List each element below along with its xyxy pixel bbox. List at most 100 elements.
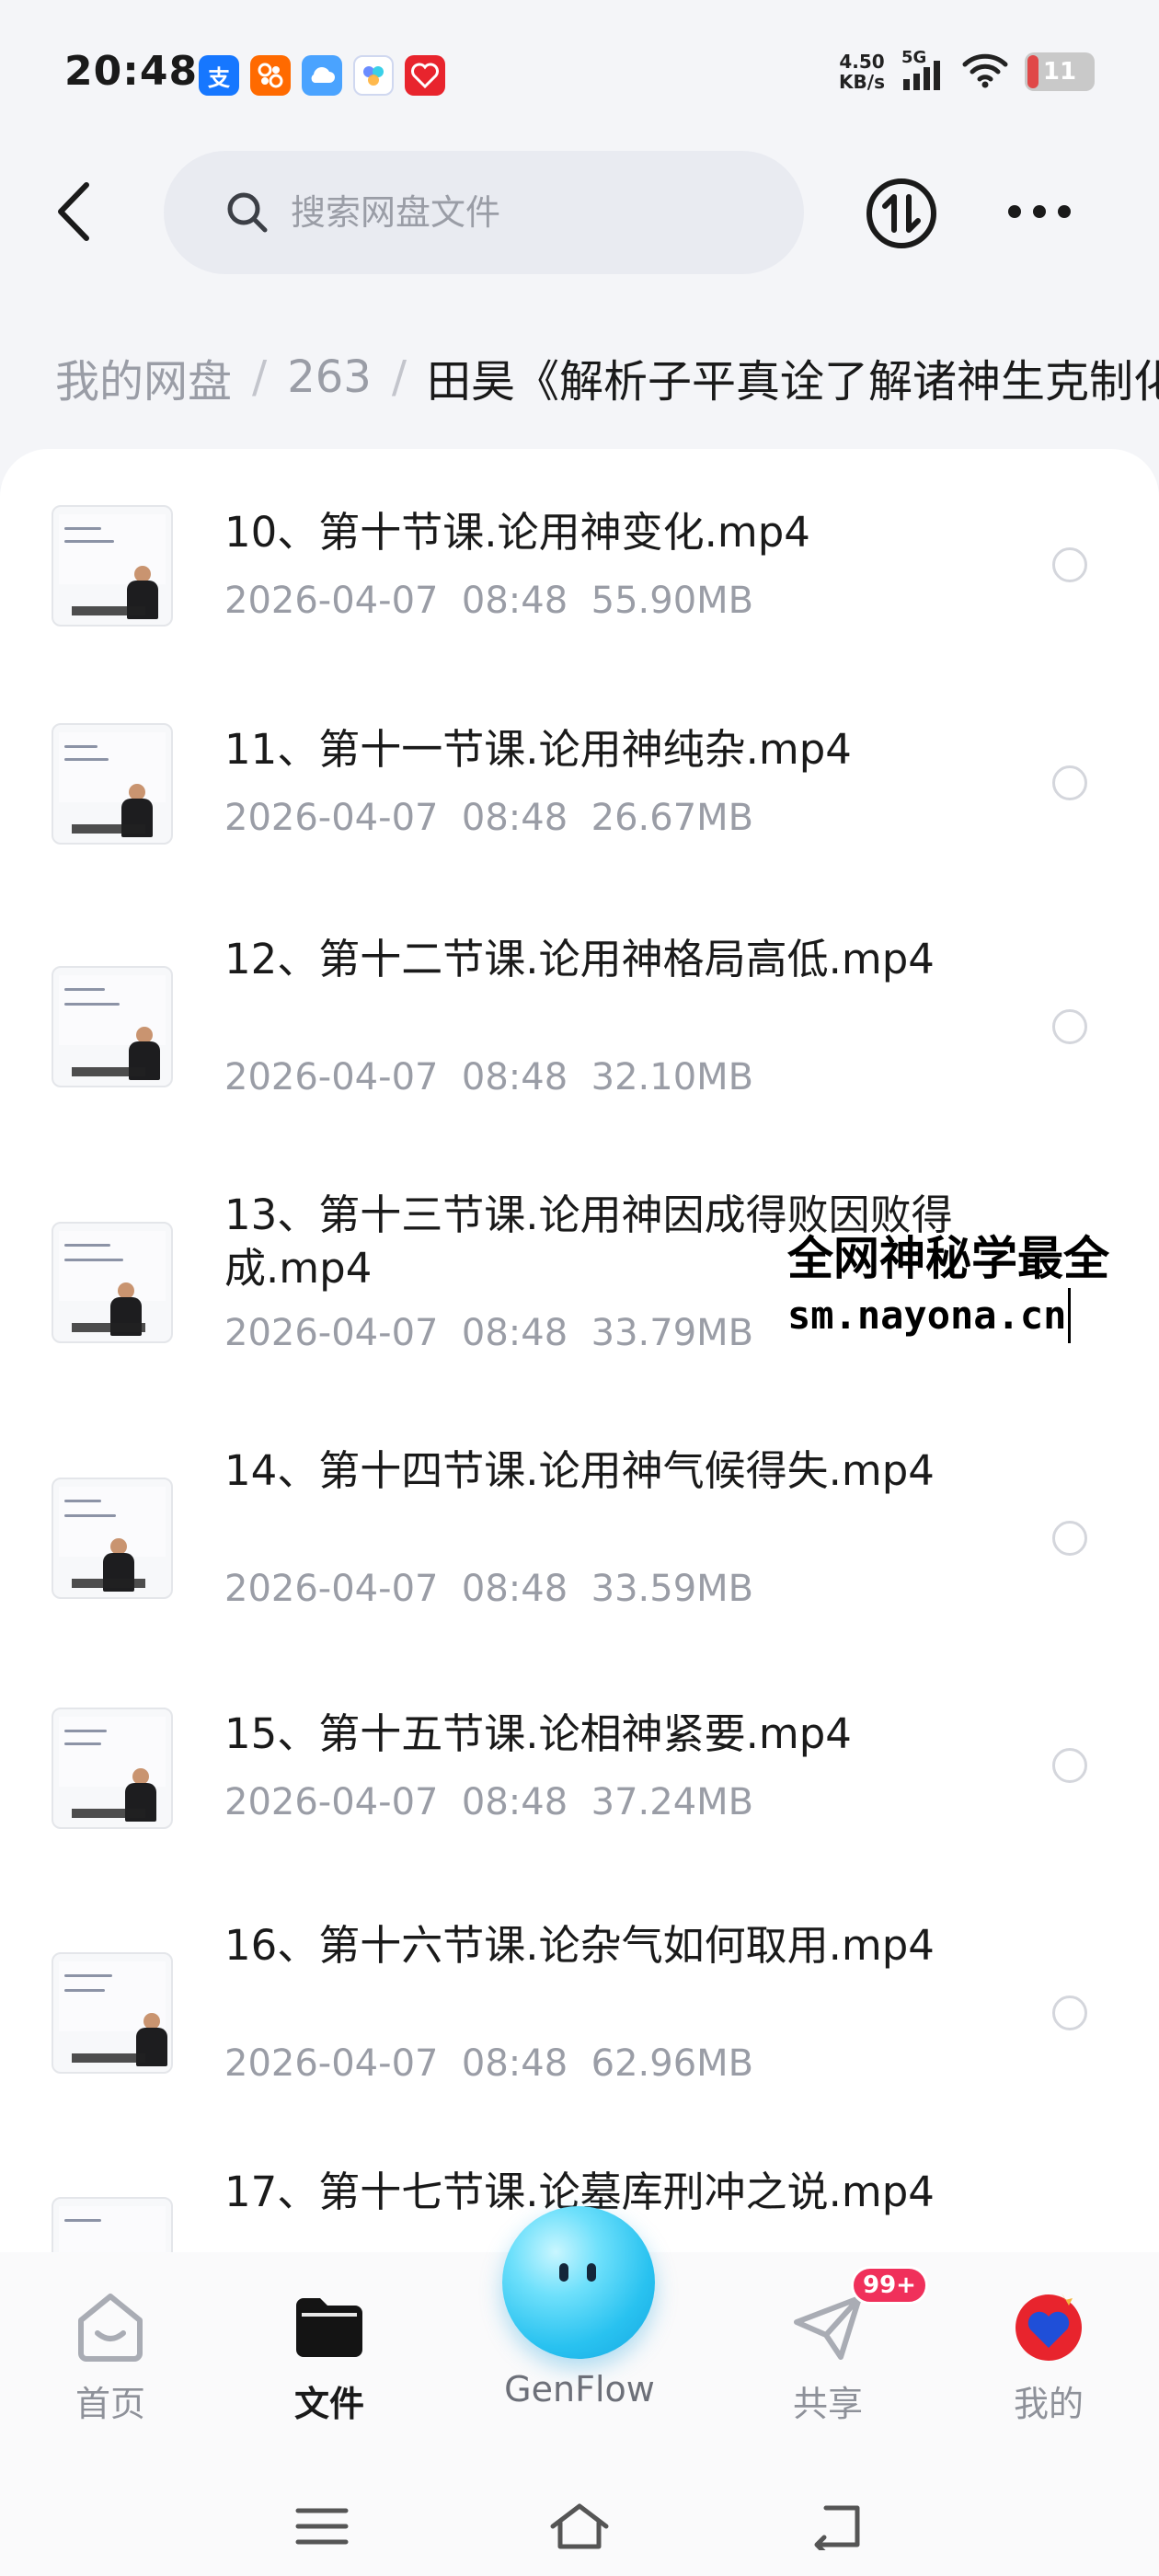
up-down-transfer-icon	[866, 178, 936, 248]
alipay-icon: 支	[199, 55, 239, 96]
file-date: 2026-04-07	[224, 797, 439, 839]
file-row[interactable]: 15、第十五节课.论相神紧要.mp4 2026-04-07 08:48 37.2…	[0, 1656, 1159, 1875]
folder-icon	[296, 2298, 362, 2357]
file-size: 33.79MB	[591, 1312, 754, 1354]
nav-files-label: 文件	[293, 2384, 364, 2424]
more-dot-icon	[1033, 205, 1046, 218]
file-name: 12、第十二节课.论用神格局高低.mp4	[224, 935, 935, 983]
file-size: 26.67MB	[591, 797, 754, 839]
select-checkbox[interactable]	[1052, 547, 1087, 582]
red-app-icon	[405, 55, 445, 96]
paper-plane-icon	[794, 2295, 862, 2360]
taobao-app-icon	[250, 55, 291, 96]
notification-icons: 支	[199, 55, 445, 96]
file-name: 10、第十节课.论用神变化.mp4	[224, 508, 810, 557]
file-time: 08:48	[461, 1056, 568, 1098]
signal-icon: 5G	[901, 48, 946, 92]
net-speed: 4.50 KB/s	[839, 52, 885, 92]
nav-share[interactable]: 共享	[745, 2289, 911, 2445]
wifi-icon	[962, 52, 1008, 92]
status-bar: 20:48 支 4.50 KB/s 5G 11	[0, 0, 1159, 147]
file-time: 08:48	[461, 580, 568, 622]
back-arrow-icon	[58, 182, 89, 241]
back-button[interactable]	[44, 175, 103, 248]
select-checkbox[interactable]	[1052, 1521, 1087, 1556]
watermark-line-2: sm.nayona.cn	[787, 1288, 1072, 1343]
back-return-icon	[814, 2505, 860, 2550]
breadcrumb-separator: /	[252, 351, 268, 403]
file-meta: 2026-04-07 08:48 55.90MB	[224, 580, 753, 622]
file-date: 2026-04-07	[224, 1781, 439, 1823]
video-thumbnail	[52, 1708, 173, 1829]
file-date: 2026-04-07	[224, 580, 439, 622]
file-time: 08:48	[461, 797, 568, 839]
select-checkbox[interactable]	[1052, 1995, 1087, 2030]
back-system-button[interactable]	[800, 2499, 874, 2554]
file-name: 14、第十四节课.论用神气候得失.mp4	[224, 1446, 935, 1495]
menu-icon	[295, 2508, 349, 2545]
file-name: 15、第十五节课.论相神紧要.mp4	[224, 1709, 852, 1758]
file-time: 08:48	[461, 1781, 568, 1823]
video-thumbnail	[52, 2197, 173, 2252]
more-dot-icon	[1008, 205, 1021, 218]
file-row[interactable]: 16、第十六节课.论杂气如何取用.mp4 2026-04-07 08:48 62…	[0, 1875, 1159, 2131]
home-outline-icon	[550, 2503, 609, 2549]
file-row[interactable]: 11、第十一节课.论用神纯杂.mp4 2026-04-07 08:48 26.6…	[0, 670, 1159, 889]
video-thumbnail	[52, 1952, 173, 2074]
nav-mine[interactable]: 我的	[966, 2289, 1131, 2445]
search-box[interactable]	[164, 151, 804, 274]
file-time: 08:48	[461, 1312, 568, 1354]
more-options-button[interactable]	[1003, 193, 1076, 230]
file-date: 2026-04-07	[224, 1312, 439, 1354]
file-time: 08:48	[461, 2042, 568, 2085]
nav-genflow-label: GenFlow	[504, 2369, 655, 2409]
nav-files[interactable]: 文件	[247, 2289, 412, 2445]
transfer-button[interactable]	[865, 177, 938, 250]
select-checkbox[interactable]	[1052, 1748, 1087, 1783]
file-date: 2026-04-07	[224, 2042, 439, 2085]
file-meta: 2026-04-07 08:48 33.79MB	[224, 1312, 753, 1354]
recent-apps-button[interactable]	[285, 2499, 359, 2554]
cloud-app-icon	[302, 55, 342, 96]
breadcrumb-root[interactable]: 我的网盘	[55, 345, 232, 409]
breadcrumb-folder[interactable]: 263	[287, 351, 372, 403]
file-date: 2026-04-07	[224, 1056, 439, 1098]
file-row[interactable]: 10、第十节课.论用神变化.mp4 2026-04-07 08:48 55.90…	[0, 449, 1159, 670]
file-size: 32.10MB	[591, 1056, 754, 1098]
battery-level: 11	[1042, 58, 1077, 86]
file-size: 55.90MB	[591, 580, 754, 622]
nav-home[interactable]: 首页	[28, 2289, 193, 2445]
breadcrumb-current: 田昊《解析子平真诠了解诸神生克制化》	[426, 356, 1159, 408]
file-name: 16、第十六节课.论杂气如何取用.mp4	[224, 1921, 935, 1970]
file-size: 37.24MB	[591, 1781, 754, 1823]
search-input[interactable]	[291, 192, 732, 233]
top-toolbar	[0, 147, 1159, 276]
genflow-app-icon	[353, 55, 394, 96]
video-thumbnail	[52, 723, 173, 845]
net-speed-unit: KB/s	[839, 71, 885, 93]
status-time: 20:48	[64, 48, 199, 95]
nav-share-label: 共享	[792, 2384, 863, 2424]
file-row[interactable]: 14、第十四节课.论用神气候得失.mp4 2026-04-07 08:48 33…	[0, 1400, 1159, 1656]
file-meta: 2026-04-07 08:48 32.10MB	[224, 1056, 753, 1098]
watermark-line-1: 全网神秘学最全	[787, 1232, 1109, 1285]
file-meta: 2026-04-07 08:48 26.67MB	[224, 797, 753, 839]
genflow-button[interactable]	[502, 2206, 655, 2359]
breadcrumb-separator: /	[391, 351, 407, 403]
heart-avatar-icon	[1016, 2293, 1082, 2361]
file-size: 33.59MB	[591, 1568, 754, 1610]
share-badge: 99+	[851, 2266, 928, 2305]
file-size: 62.96MB	[591, 2042, 754, 2085]
more-dot-icon	[1058, 205, 1071, 218]
home-system-button[interactable]	[543, 2499, 616, 2554]
nav-mine-label: 我的	[1013, 2384, 1084, 2424]
file-row[interactable]: 12、第十二节课.论用神格局高低.mp4 2026-04-07 08:48 32…	[0, 889, 1159, 1144]
select-checkbox[interactable]	[1052, 1009, 1087, 1044]
breadcrumb: 我的网盘 / 263 / 田昊《解析子平真诠了解诸神生克制化》	[55, 340, 1159, 414]
genflow-eye-icon	[559, 2263, 568, 2282]
file-name: 11、第十一节课.论用神纯杂.mp4	[224, 725, 852, 774]
file-meta: 2026-04-07 08:48 37.24MB	[224, 1781, 753, 1823]
net-speed-value: 4.50	[839, 51, 885, 73]
select-checkbox[interactable]	[1052, 765, 1087, 800]
search-icon	[227, 192, 268, 233]
